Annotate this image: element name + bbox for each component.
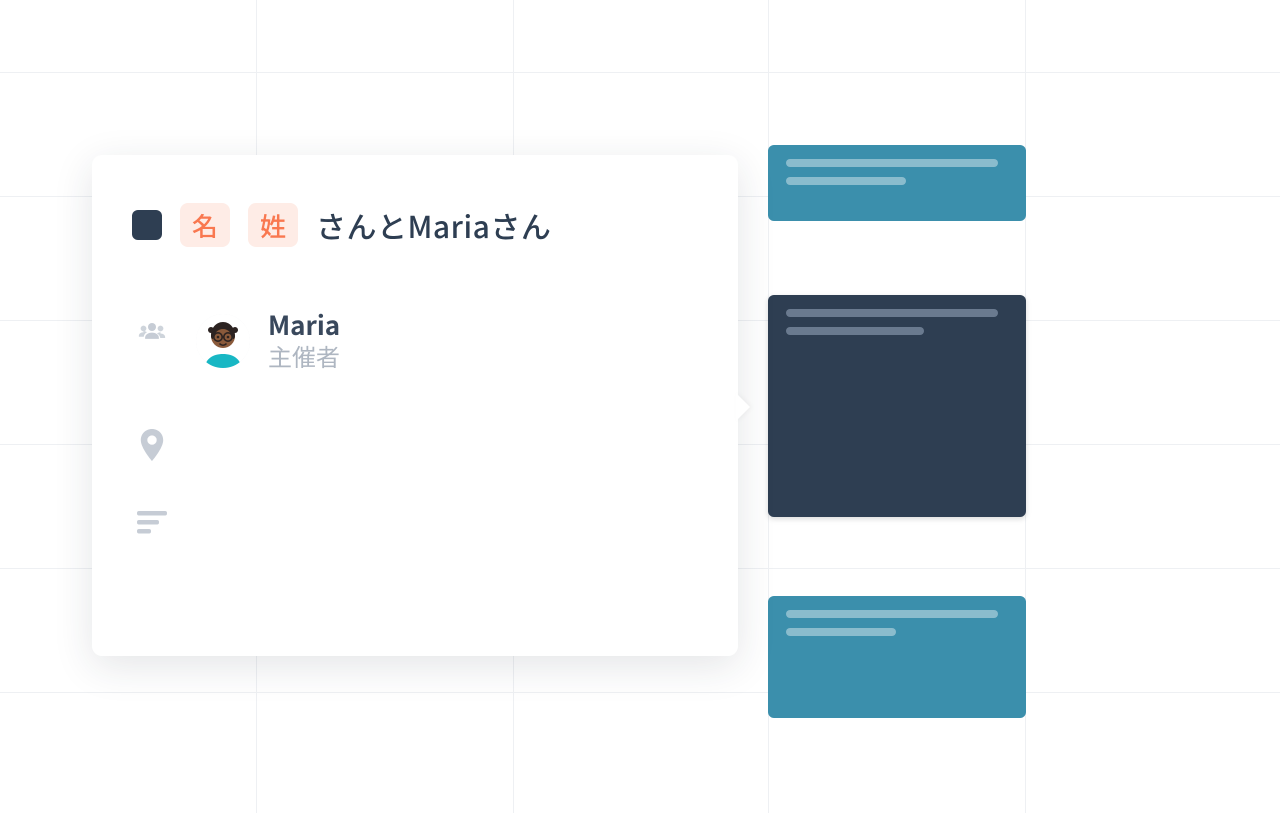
event-title-text[interactable]: さんとMariaさん [316, 203, 551, 247]
grid-row-line [0, 72, 1280, 73]
event-subtitle-placeholder [786, 177, 906, 185]
event-subtitle-placeholder [786, 327, 924, 335]
grid-row-line [0, 692, 1280, 693]
attendee-avatar [196, 314, 250, 368]
attendee-name: Maria [268, 311, 340, 340]
description-section[interactable] [132, 505, 698, 535]
attendees-section: Maria 主催者 [132, 311, 698, 371]
location-section[interactable] [132, 423, 698, 461]
event-title-row: 名 姓 さんとMariaさん [132, 203, 698, 247]
event-details-popover: 名 姓 さんとMariaさん [92, 155, 738, 656]
attendee-role: 主催者 [268, 340, 340, 371]
attendee-row[interactable]: Maria 主催者 [196, 311, 340, 371]
location-icon [132, 423, 172, 461]
calendar-event-selected[interactable] [768, 295, 1026, 517]
last-name-token-chip[interactable]: 姓 [248, 203, 298, 247]
event-subtitle-placeholder [786, 628, 896, 636]
event-title-placeholder [786, 309, 998, 317]
attendee-text: Maria 主催者 [268, 311, 340, 371]
event-title-placeholder [786, 159, 998, 167]
description-icon [132, 505, 172, 535]
first-name-token-chip[interactable]: 名 [180, 203, 230, 247]
popover-arrow [736, 393, 750, 421]
event-color-swatch[interactable] [132, 210, 162, 240]
calendar-event[interactable] [768, 596, 1026, 718]
event-title-placeholder [786, 610, 998, 618]
calendar-event[interactable] [768, 145, 1026, 221]
attendees-icon [132, 311, 172, 347]
